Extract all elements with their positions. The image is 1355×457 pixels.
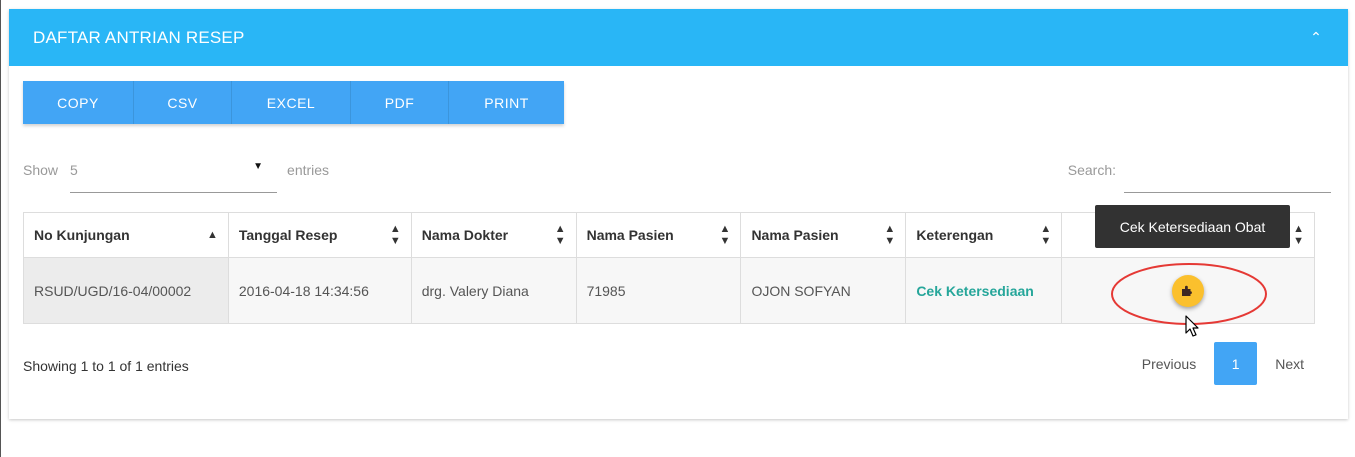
- check-availability-button[interactable]: [1172, 274, 1205, 307]
- column-header-no-kunjungan[interactable]: No Kunjungan ▲: [23, 212, 229, 258]
- table-info: Showing 1 to 1 of 1 entries: [23, 358, 189, 374]
- puzzle-icon: [1182, 285, 1193, 296]
- column-header-label: Nama Dokter: [421, 227, 509, 243]
- cell-keterangan: Cek Ketersediaan: [905, 257, 1063, 324]
- column-header-label: Keterengan: [916, 227, 994, 243]
- column-header-label: Nama Pasien: [751, 227, 839, 243]
- print-button[interactable]: PRINT: [449, 81, 564, 124]
- table-row: RSUD/UGD/16-04/00002 2016-04-18 14:34:56…: [23, 257, 1315, 324]
- previous-page-button[interactable]: Previous: [1124, 342, 1214, 385]
- cell-tanggal-resep: 2016-04-18 14:34:56: [227, 257, 412, 324]
- sort-both-icon: ▲ ▼: [389, 223, 401, 247]
- page-left-border: [0, 0, 1, 457]
- column-header-label: No Kunjungan: [34, 227, 130, 243]
- sort-both-icon: ▲ ▼: [884, 223, 896, 247]
- sort-ascending-icon: ▲: [206, 229, 218, 241]
- search-input[interactable]: [1124, 159, 1331, 193]
- pdf-button[interactable]: PDF: [351, 81, 449, 124]
- cell-action: [1061, 257, 1315, 324]
- csv-button[interactable]: CSV: [134, 81, 232, 124]
- column-header-nama-dokter[interactable]: Nama Dokter ▲ ▼: [410, 212, 577, 258]
- column-header-nama-pasien[interactable]: Nama Pasien ▲ ▼: [740, 212, 907, 258]
- panel-title: DAFTAR ANTRIAN RESEP: [33, 27, 245, 47]
- cell-nama-dokter: drg. Valery Diana: [410, 257, 577, 324]
- search-label: Search:: [1067, 162, 1116, 178]
- entries-length-select[interactable]: 5 ▼: [70, 159, 278, 193]
- column-header-id-pasien[interactable]: Nama Pasien ▲ ▼: [575, 212, 742, 258]
- sort-both-icon: ▲ ▼: [719, 223, 731, 247]
- sort-both-icon: ▲ ▼: [554, 223, 566, 247]
- pagination: Previous 1 Next: [1124, 342, 1322, 385]
- sort-both-icon: ▲ ▼: [1293, 223, 1304, 247]
- column-header-tanggal-resep[interactable]: Tanggal Resep ▲ ▼: [227, 212, 412, 258]
- cell-nama-pasien: OJON SOFYAN: [740, 257, 907, 324]
- next-page-button[interactable]: Next: [1257, 342, 1322, 385]
- copy-button[interactable]: COPY: [23, 81, 134, 124]
- cell-id-pasien: 71985: [575, 257, 742, 324]
- tooltip: Cek Ketersediaan Obat: [1095, 205, 1290, 248]
- entries-length-control: Show 5 ▼ entries: [23, 159, 329, 199]
- chevron-up-icon[interactable]: ⌃: [1308, 29, 1324, 46]
- entries-length-value: 5: [70, 162, 78, 178]
- column-header-keterangan[interactable]: Keterengan ▲ ▼: [905, 212, 1063, 258]
- search-control: Search:: [1068, 159, 1331, 193]
- entries-label: entries: [287, 162, 330, 178]
- column-header-label: Nama Pasien: [586, 227, 674, 243]
- column-header-label: Tanggal Resep: [238, 227, 338, 243]
- mouse-cursor-icon: [1185, 315, 1199, 337]
- cell-no-kunjungan: RSUD/UGD/16-04/00002: [23, 257, 229, 324]
- excel-button[interactable]: EXCEL: [232, 81, 351, 124]
- page-1-button[interactable]: 1: [1214, 342, 1258, 385]
- show-label: Show: [23, 162, 59, 178]
- export-button-group: COPY CSV EXCEL PDF PRINT: [23, 81, 564, 124]
- sort-both-icon: ▲ ▼: [1040, 223, 1052, 247]
- panel-header: DAFTAR ANTRIAN RESEP ⌃: [9, 9, 1348, 66]
- status-cek-ketersediaan: Cek Ketersediaan: [916, 282, 1034, 299]
- caret-down-icon: ▼: [253, 161, 264, 172]
